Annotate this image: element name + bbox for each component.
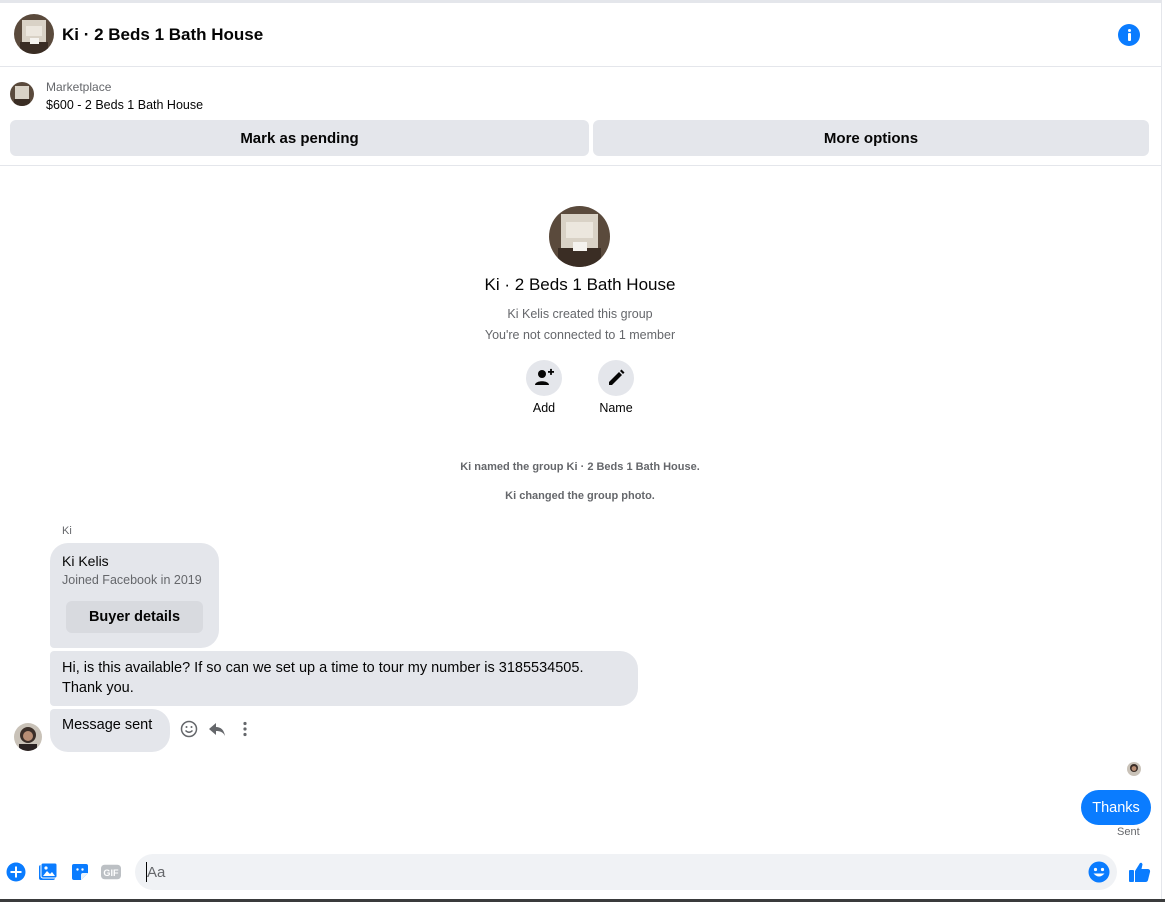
sender-name: Ki [62, 525, 72, 537]
svg-text:GIF: GIF [103, 868, 119, 878]
group-photo [549, 206, 610, 267]
outgoing-message[interactable]: Thanks [1081, 790, 1151, 825]
sticker-icon[interactable] [70, 862, 90, 882]
system-message: Ki changed the group photo. [505, 490, 655, 502]
thumbs-up-icon[interactable] [1128, 860, 1152, 884]
marketplace-label: Marketplace [46, 80, 112, 94]
buyer-joined: Joined Facebook in 2019 [62, 573, 202, 587]
more-options-button[interactable]: More options [593, 120, 1149, 156]
add-label: Add [532, 401, 556, 415]
marketplace-panel: Marketplace $600 - 2 Beds 1 Bath House M… [0, 67, 1162, 166]
add-member-button[interactable] [526, 360, 562, 396]
group-title: Ki · 2 Beds 1 Bath House [484, 275, 676, 294]
mark-as-pending-button[interactable]: Mark as pending [10, 120, 589, 156]
info-icon[interactable] [1118, 24, 1140, 46]
auto-reply-message[interactable]: Message sent [50, 709, 170, 752]
system-message: Ki named the group Ki · 2 Beds 1 Bath Ho… [460, 461, 700, 473]
chat-window: Ki · 2 Beds 1 Bath House Marketplace $60… [0, 0, 1162, 902]
pencil-icon [609, 369, 625, 385]
message-input[interactable] [135, 854, 1117, 890]
name-label: Name [599, 401, 633, 415]
sender-avatar[interactable] [14, 723, 42, 751]
text-cursor [146, 862, 147, 882]
listing-thumbnail[interactable] [10, 82, 34, 106]
emoji-icon[interactable] [1088, 861, 1110, 883]
reply-icon[interactable] [207, 719, 227, 739]
conversation-title: Ki · 2 Beds 1 Bath House [62, 25, 264, 44]
group-avatar[interactable] [14, 14, 54, 54]
buyer-card: Ki Kelis Joined Facebook in 2019 Buyer d… [50, 543, 219, 648]
more-vertical-icon[interactable] [235, 719, 255, 739]
buyer-details-button[interactable]: Buyer details [66, 601, 203, 633]
react-icon[interactable] [179, 719, 199, 739]
image-icon[interactable] [38, 862, 58, 882]
add-person-icon [535, 368, 554, 385]
plus-circle-icon[interactable] [6, 862, 26, 882]
gif-icon[interactable]: GIF [101, 862, 121, 882]
listing-title[interactable]: $600 - 2 Beds 1 Bath House [46, 98, 203, 112]
group-connection-text: You're not connected to 1 member [484, 328, 676, 342]
buyer-name: Ki Kelis [62, 553, 109, 569]
incoming-message[interactable]: Hi, is this available? If so can we set … [50, 651, 638, 706]
group-created-text: Ki Kelis created this group [507, 307, 653, 321]
name-group-button[interactable] [598, 360, 634, 396]
read-receipt-avatar [1127, 762, 1141, 776]
chat-header: Ki · 2 Beds 1 Bath House [0, 3, 1162, 67]
sent-status: Sent [1117, 826, 1140, 838]
